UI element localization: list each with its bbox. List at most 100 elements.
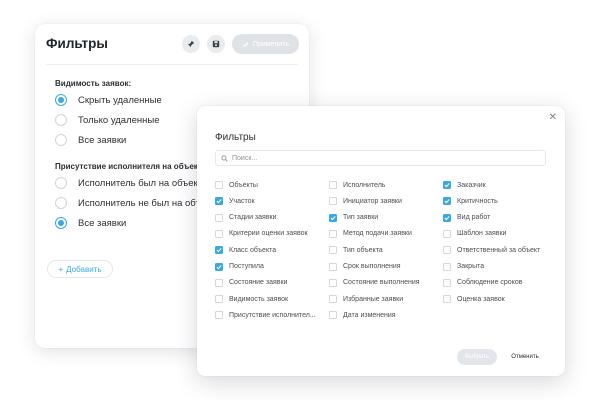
add-filter-button[interactable]: + Добавить [47,260,113,278]
pin-icon [187,40,195,48]
checkbox[interactable] [215,278,223,287]
filter-option[interactable]: Состояние заявки [215,278,287,288]
save-button[interactable] [207,35,225,53]
filter-option[interactable]: Закрыта [443,262,484,272]
modal-title: Фильтры [215,132,256,143]
filter-option[interactable]: Срок выполнения [329,262,401,272]
radio-option[interactable]: Исполнитель был на объекте [55,177,207,189]
filter-option-label: Срок выполнения [343,263,401,270]
checkbox[interactable] [215,181,223,189]
checkbox-checked[interactable] [443,213,451,222]
checkbox[interactable] [443,262,451,271]
checkbox[interactable] [443,229,451,238]
radio-label: Скрыть удаленные [78,94,162,106]
radio-label: Исполнитель был на объекте [78,177,208,189]
checkbox[interactable] [215,311,223,320]
filter-option[interactable]: Дата изменения [329,310,396,320]
checkbox[interactable] [215,213,223,222]
search-input[interactable] [232,154,532,162]
check-icon [216,248,222,253]
radio-option[interactable]: Все заявки [55,134,126,146]
radio-option[interactable]: Исполнитель не был на объекте [55,197,220,209]
checkbox[interactable] [329,246,337,255]
filter-option[interactable]: Участок [215,196,255,206]
filter-option[interactable]: Объекты [215,180,258,190]
plus-icon: + [58,264,64,274]
radio-option[interactable]: Все заявки [55,217,126,229]
filter-option[interactable]: Заказчик [443,180,486,190]
filter-option[interactable]: Исполнитель [329,180,385,190]
filter-option-label: Заказчик [457,181,486,189]
checkbox[interactable] [329,229,337,238]
radio-label: Только удаленные [78,114,160,126]
filter-option-label: Исполнитель [343,181,386,189]
filter-option-label: Стадии заявки [229,214,277,222]
filter-option-label: Тип объекта [343,246,383,254]
checkbox[interactable] [443,246,451,255]
filter-option-label: Видимость заявок [229,295,289,303]
check-icon [444,183,450,188]
checkbox-checked[interactable] [443,197,451,206]
checkbox[interactable] [329,197,337,206]
filter-option[interactable]: Присутствие исполнител... [215,310,316,320]
filter-option[interactable]: Стадии заявки [215,213,277,223]
filter-option[interactable]: Класс объекта [215,245,276,255]
filter-option-label: Шаблон заявки [457,230,507,238]
filter-option[interactable]: Видимость заявок [215,294,288,304]
radio-button[interactable] [55,114,67,126]
checkbox[interactable] [329,295,337,304]
filter-option[interactable]: Шаблон заявки [443,229,506,239]
cancel-button[interactable]: Отменить [505,349,545,365]
filter-option-label: Ответственный за объект [457,246,541,254]
checkbox-checked[interactable] [329,213,337,222]
checkbox[interactable] [329,311,337,320]
filter-option[interactable]: Поступила [215,262,264,272]
filter-option[interactable]: Критерии оценки заявок [215,229,308,239]
checkbox-checked[interactable] [215,246,223,255]
radio-option[interactable]: Скрыть удаленные [55,94,162,106]
checkbox[interactable] [215,295,223,304]
select-button[interactable]: Выбрать [457,349,497,365]
filter-option[interactable]: Метод подачи заявки [329,229,412,239]
checkbox[interactable] [329,262,337,271]
filter-option[interactable]: Критичность [443,196,498,206]
filter-option-label: Вид работ [457,214,491,222]
radio-button[interactable] [55,197,67,209]
filter-option[interactable]: Соблюдение сроков [443,278,522,288]
checkbox[interactable] [443,278,451,287]
filter-option[interactable]: Тип заявки [329,213,378,223]
checkbox-checked[interactable] [215,197,223,206]
save-icon [212,40,220,48]
radio-button[interactable] [55,134,67,146]
checkbox[interactable] [329,278,337,287]
checkbox[interactable] [215,229,223,238]
radio-option[interactable]: Только удаленные [55,114,160,126]
executor-presence-label: Присутствие исполнителя на объекте [55,162,207,171]
filter-option[interactable]: Ответственный за объект [443,245,540,255]
filter-option[interactable]: Состояние выполнения [329,278,420,288]
apply-button[interactable]: Применить [232,34,299,54]
checkbox[interactable] [443,295,451,304]
filter-option[interactable]: Оценка заявок [443,294,505,304]
search-box [215,150,546,166]
filter-option-label: Критерии оценки заявок [229,230,308,238]
radio-selected[interactable] [55,217,67,229]
filter-option-label: Инициатор заявки [343,197,402,205]
check-icon [330,215,336,220]
filter-option[interactable]: Инициатор заявки [329,196,402,206]
checkbox-checked[interactable] [215,262,223,271]
checkbox[interactable] [329,181,337,189]
divider [46,64,298,65]
filter-option-label: Метод подачи заявки [343,230,412,238]
pin-button[interactable] [182,35,200,53]
close-icon[interactable]: ✕ [549,113,557,123]
filter-option[interactable]: Тип объекта [329,245,383,255]
filter-option[interactable]: Избранные заявки [329,294,403,304]
check-icon [242,41,249,47]
filter-option[interactable]: Вид работ [443,213,490,223]
radio-button[interactable] [55,177,67,189]
checkbox-checked[interactable] [443,181,451,189]
filter-option-label: Избранные заявки [343,295,404,303]
filter-option-label: Класс объекта [229,246,277,254]
radio-selected[interactable] [55,94,67,106]
